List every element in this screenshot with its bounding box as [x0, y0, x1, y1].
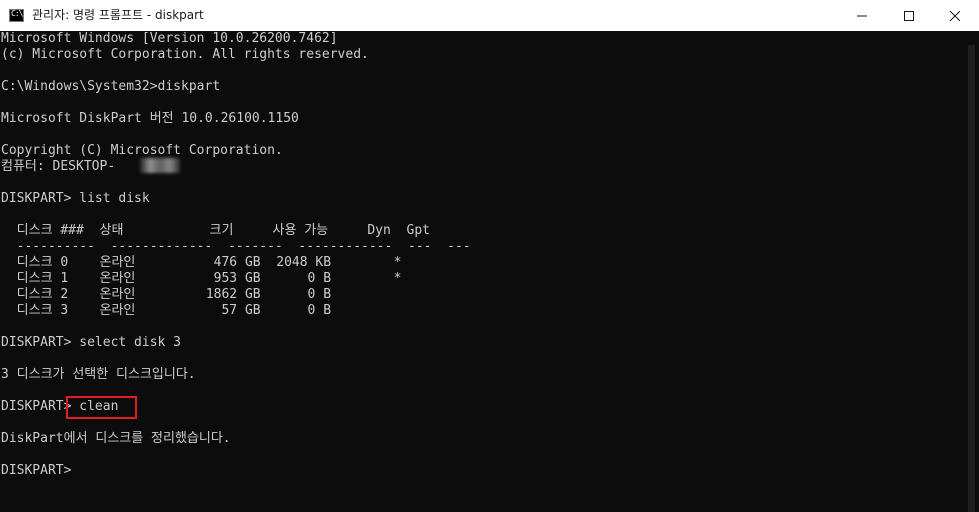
console-line: (c) Microsoft Corporation. All rights re…	[1, 47, 369, 62]
disk-table-row: 디스크 0 온라인 476 GB 2048 KB *	[1, 255, 402, 270]
title-bar[interactable]: C:\_ 관리자: 명령 프롬프트 - diskpart	[0, 0, 979, 31]
scrollbar-thumb[interactable]	[968, 45, 975, 512]
command-clean: DISKPART> clean	[1, 399, 119, 414]
minimize-button[interactable]	[839, 0, 885, 31]
computer-name-line: 컴퓨터: DESKTOP-	[1, 159, 116, 174]
command-list-disk: DISKPART> list disk	[1, 191, 150, 206]
console-output[interactable]: Microsoft Windows [Version 10.0.26200.74…	[1, 31, 963, 512]
vertical-scrollbar[interactable]	[964, 31, 979, 512]
close-icon	[950, 10, 960, 21]
window-title: 관리자: 명령 프롬프트 - diskpart	[32, 8, 204, 22]
redacted-computer-name	[140, 158, 180, 173]
disk-table-separator: ---------- ------------- ------- -------…	[1, 239, 471, 254]
console-line: 3 디스크가 선택한 디스크입니다.	[1, 367, 196, 382]
command-prompt-icon: C:\_	[9, 9, 24, 22]
disk-table-row: 디스크 3 온라인 57 GB 0 B	[1, 303, 332, 318]
console-line: Copyright (C) Microsoft Corporation.	[1, 143, 283, 158]
console-line: DiskPart에서 디스크를 정리했습니다.	[1, 431, 231, 446]
close-button[interactable]	[932, 0, 978, 31]
minimize-icon	[857, 15, 867, 16]
maximize-icon	[904, 10, 914, 21]
command-prompt-window: C:\_ 관리자: 명령 프롬프트 - diskpart Microsoft W…	[0, 0, 979, 512]
disk-table-row: 디스크 2 온라인 1862 GB 0 B	[1, 287, 332, 302]
maximize-button[interactable]	[886, 0, 932, 31]
console-line: C:\Windows\System32>diskpart	[1, 79, 221, 94]
diskpart-prompt: DISKPART>	[1, 463, 72, 478]
command-select-disk: DISKPART> select disk 3	[1, 335, 182, 350]
console-line: Microsoft DiskPart 버전 10.0.26100.1150	[1, 111, 299, 126]
disk-table-row: 디스크 1 온라인 953 GB 0 B *	[1, 271, 402, 286]
console-line: Microsoft Windows [Version 10.0.26200.74…	[1, 31, 338, 46]
disk-table-header: 디스크 ### 상태 크기 사용 가능 Dyn Gpt	[1, 223, 430, 238]
